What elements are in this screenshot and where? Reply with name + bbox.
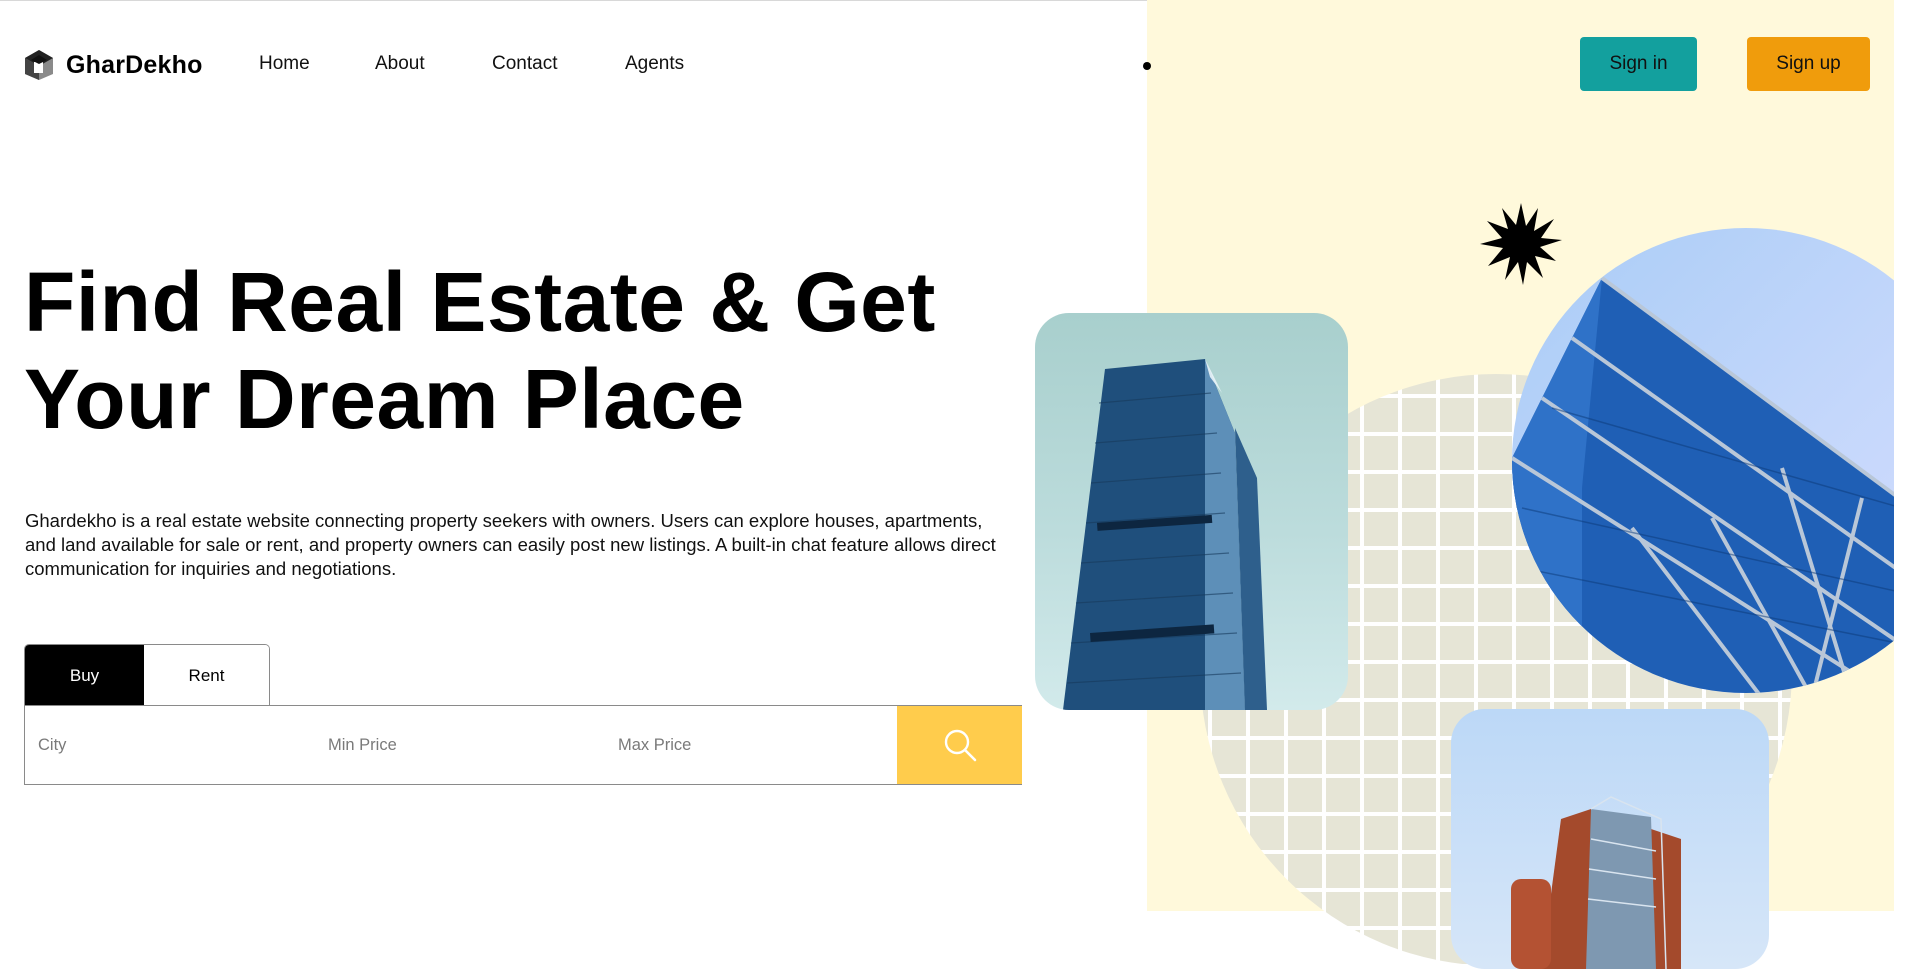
menu-dot	[1143, 62, 1151, 70]
search-icon	[944, 729, 976, 762]
nav-contact-link[interactable]: Contact	[492, 53, 557, 75]
property-search-bar	[24, 705, 1022, 785]
starburst-icon	[1480, 203, 1562, 285]
house-logo-icon	[25, 50, 53, 80]
logo[interactable]: GharDekho	[24, 48, 203, 82]
sign-up-button[interactable]: Sign up	[1747, 37, 1870, 91]
tab-buy[interactable]: Buy	[25, 645, 145, 706]
brick-building-image	[1451, 709, 1769, 969]
hero-description: Ghardekho is a real estate website conne…	[25, 510, 996, 579]
min-price-input[interactable]	[315, 706, 605, 784]
nav-home-link[interactable]: Home	[259, 53, 310, 75]
city-input[interactable]	[25, 706, 315, 784]
nav-agents-link[interactable]: Agents	[625, 53, 684, 75]
search-tabs: Buy Rent	[24, 644, 270, 706]
search-button[interactable]	[897, 706, 1022, 784]
tab-rent[interactable]: Rent	[144, 645, 269, 706]
sign-in-button[interactable]: Sign in	[1580, 37, 1697, 91]
brand-name: GharDekho	[66, 50, 203, 79]
hero-title: Find Real Estate & Get Your Dream Place	[24, 255, 936, 446]
max-price-input[interactable]	[605, 706, 895, 784]
nav-about-link[interactable]: About	[375, 53, 425, 75]
page-edge	[1894, 0, 1918, 911]
skyscraper-image	[1035, 313, 1348, 710]
